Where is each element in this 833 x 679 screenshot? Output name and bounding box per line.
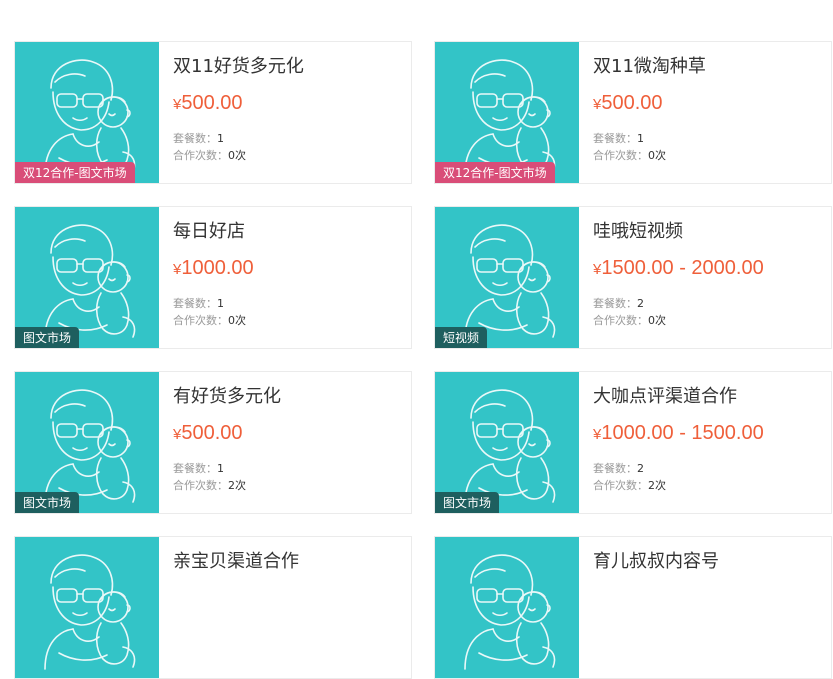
cooperation-count-value: 2次 xyxy=(228,479,246,492)
cooperation-count: 合作次数：0次 xyxy=(593,147,666,163)
package-count: 套餐数：1 xyxy=(593,130,644,146)
package-count-value: 2 xyxy=(637,462,644,475)
cooperation-count-label: 合作次数： xyxy=(593,479,648,492)
package-count: 套餐数：2 xyxy=(593,460,644,476)
package-count-label: 套餐数： xyxy=(173,297,217,310)
service-card[interactable]: 育儿叔叔内容号 xyxy=(434,536,832,679)
cooperation-count-value: 0次 xyxy=(228,314,246,327)
card-price: ¥500.00 xyxy=(593,92,663,115)
card-price: ¥1500.00 - 2000.00 xyxy=(593,257,764,280)
cooperation-count: 合作次数：0次 xyxy=(173,312,246,328)
card-title[interactable]: 双11微淘种草 xyxy=(593,52,706,78)
card-price: ¥500.00 xyxy=(173,92,243,115)
cooperation-count-label: 合作次数： xyxy=(173,314,228,327)
package-count-label: 套餐数： xyxy=(593,132,637,145)
card-thumbnail[interactable]: 图文市场 xyxy=(15,372,159,513)
package-count-value: 1 xyxy=(637,132,644,145)
service-card[interactable]: 双12合作-图文市场 双11微淘种草 ¥500.00 套餐数：1 合作次数：0次 xyxy=(434,41,832,184)
cooperation-count: 合作次数：2次 xyxy=(173,477,246,493)
cooperation-count-label: 合作次数： xyxy=(173,149,228,162)
card-title[interactable]: 育儿叔叔内容号 xyxy=(593,547,719,573)
service-card[interactable]: 亲宝贝渠道合作 xyxy=(14,536,412,679)
package-count-value: 2 xyxy=(637,297,644,310)
price-value: 500.00 xyxy=(181,422,243,444)
grandma-baby-icon xyxy=(44,554,136,670)
card-thumbnail[interactable]: 图文市场 xyxy=(435,372,579,513)
price-value: 1500.00 - 2000.00 xyxy=(601,257,764,279)
card-title[interactable]: 每日好店 xyxy=(173,217,245,243)
cooperation-count-value: 2次 xyxy=(648,479,666,492)
service-card[interactable]: 图文市场 有好货多元化 ¥500.00 套餐数：1 合作次数：2次 xyxy=(14,371,412,514)
cooperation-count-label: 合作次数： xyxy=(593,149,648,162)
cooperation-count: 合作次数：2次 xyxy=(593,477,666,493)
category-tag: 图文市场 xyxy=(435,492,500,513)
category-tag: 双12合作-图文市场 xyxy=(435,162,555,183)
cooperation-count-value: 0次 xyxy=(648,149,666,162)
category-tag: 双12合作-图文市场 xyxy=(15,162,135,183)
price-value: 1000.00 xyxy=(181,257,254,279)
card-title[interactable]: 大咖点评渠道合作 xyxy=(593,382,737,408)
category-tag: 短视频 xyxy=(435,327,488,348)
card-title[interactable]: 双11好货多元化 xyxy=(173,52,304,78)
cooperation-count: 合作次数：0次 xyxy=(173,147,246,163)
service-card[interactable]: 图文市场 大咖点评渠道合作 ¥1000.00 - 1500.00 套餐数：2 合作… xyxy=(434,371,832,514)
grandma-baby-icon xyxy=(464,554,556,670)
card-thumbnail[interactable]: 短视频 xyxy=(435,207,579,348)
package-count: 套餐数：2 xyxy=(593,295,644,311)
service-card[interactable]: 短视频 哇哦短视频 ¥1500.00 - 2000.00 套餐数：2 合作次数：0… xyxy=(434,206,832,349)
package-count-label: 套餐数： xyxy=(173,462,217,475)
category-tag: 图文市场 xyxy=(15,327,80,348)
package-count-label: 套餐数： xyxy=(593,297,637,310)
cooperation-count-value: 0次 xyxy=(228,149,246,162)
card-price: ¥1000.00 - 1500.00 xyxy=(593,422,764,445)
card-title[interactable]: 有好货多元化 xyxy=(173,382,281,408)
card-thumbnail[interactable]: 图文市场 xyxy=(15,207,159,348)
category-tag: 图文市场 xyxy=(15,492,80,513)
price-value: 500.00 xyxy=(181,92,243,114)
cooperation-count-label: 合作次数： xyxy=(173,479,228,492)
card-title[interactable]: 哇哦短视频 xyxy=(593,217,683,243)
cooperation-count-value: 0次 xyxy=(648,314,666,327)
price-value: 1000.00 - 1500.00 xyxy=(601,422,764,444)
card-price: ¥500.00 xyxy=(173,422,243,445)
card-thumbnail[interactable]: 双12合作-图文市场 xyxy=(435,42,579,183)
cooperation-count: 合作次数：0次 xyxy=(593,312,666,328)
card-thumbnail[interactable] xyxy=(15,537,159,678)
package-count: 套餐数：1 xyxy=(173,130,224,146)
cooperation-count-label: 合作次数： xyxy=(593,314,648,327)
card-thumbnail[interactable]: 双12合作-图文市场 xyxy=(15,42,159,183)
package-count: 套餐数：1 xyxy=(173,460,224,476)
card-price: ¥1000.00 xyxy=(173,257,254,280)
service-card-grid: 双12合作-图文市场 双11好货多元化 ¥500.00 套餐数：1 合作次数：0次 xyxy=(0,0,833,679)
package-count-label: 套餐数： xyxy=(173,132,217,145)
package-count-label: 套餐数： xyxy=(593,462,637,475)
card-thumbnail[interactable] xyxy=(435,537,579,678)
price-value: 500.00 xyxy=(601,92,663,114)
service-card[interactable]: 图文市场 每日好店 ¥1000.00 套餐数：1 合作次数：0次 xyxy=(14,206,412,349)
service-card[interactable]: 双12合作-图文市场 双11好货多元化 ¥500.00 套餐数：1 合作次数：0次 xyxy=(14,41,412,184)
package-count-value: 1 xyxy=(217,462,224,475)
package-count: 套餐数：1 xyxy=(173,295,224,311)
card-title[interactable]: 亲宝贝渠道合作 xyxy=(173,547,299,573)
package-count-value: 1 xyxy=(217,297,224,310)
package-count-value: 1 xyxy=(217,132,224,145)
